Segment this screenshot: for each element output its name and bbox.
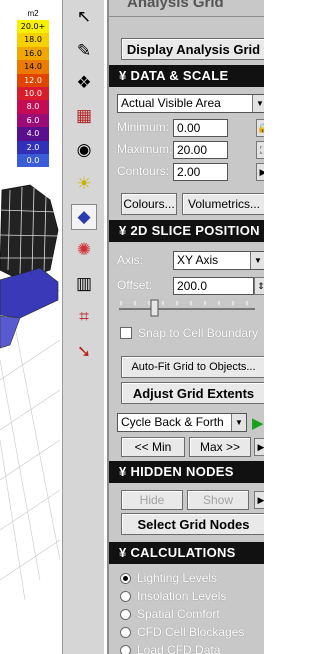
max-button[interactable]: Max >> bbox=[189, 437, 251, 457]
calculations-header[interactable]: ¥ CALCULATIONS bbox=[109, 542, 264, 564]
particles-icon[interactable]: ✺ bbox=[71, 237, 97, 263]
maximum-input[interactable]: 20.00 bbox=[173, 141, 228, 159]
more-arrow-icon[interactable]: ▶ bbox=[254, 491, 264, 509]
calc-option-spatial-comfort[interactable]: Spatial Comfort bbox=[120, 605, 220, 623]
offset-slider[interactable] bbox=[117, 297, 257, 319]
color-legend: m2 20.0+ 18.0 16.0 14.0 12.0 10.0 8.0 6.0 4.0 2.0… bbox=[17, 8, 49, 168]
radio[interactable] bbox=[120, 626, 131, 638]
blue-grid-icon[interactable]: ◆ bbox=[71, 204, 97, 230]
legend-row: 12.0 bbox=[17, 73, 49, 87]
snap-checkbox[interactable] bbox=[120, 327, 132, 339]
legend-row: 14.0 bbox=[17, 60, 49, 74]
mesh-icon[interactable]: ⌗ bbox=[71, 304, 97, 330]
volumetrics-button[interactable]: Volumetrics... bbox=[182, 193, 264, 215]
legend-row: 4.0 bbox=[17, 127, 49, 141]
chevron-down-icon: ▼ bbox=[231, 414, 246, 431]
hide-button[interactable]: Hide bbox=[121, 490, 183, 510]
eye-icon[interactable]: ◉ bbox=[71, 137, 97, 163]
calc-option-load-cfd[interactable]: Load CFD Data bbox=[120, 641, 220, 654]
contours-input[interactable]: 2.00 bbox=[173, 163, 228, 181]
radio[interactable] bbox=[120, 644, 131, 654]
chevron-down-icon: ▼ bbox=[252, 95, 264, 112]
select-grid-nodes-button[interactable]: Select Grid Nodes bbox=[121, 513, 264, 535]
data-scale-header[interactable]: ¥ DATA & SCALE bbox=[109, 65, 264, 87]
arrow-right-icon[interactable]: ▶ bbox=[256, 163, 264, 181]
legend-row: 6.0 bbox=[17, 113, 49, 128]
axis-label: Axis: bbox=[117, 253, 144, 267]
calc-option-lighting[interactable]: Lighting Levels bbox=[120, 569, 217, 587]
red-grid-icon[interactable]: ▦ bbox=[71, 103, 97, 129]
adjust-grid-extents-button[interactable]: Adjust Grid Extents bbox=[121, 382, 264, 404]
collapse-chevron-icon: ¥ bbox=[119, 545, 127, 560]
calc-option-insolation[interactable]: Insolation Levels bbox=[120, 587, 226, 605]
maximum-label: Maximum: bbox=[117, 142, 173, 156]
nodes-diamond-icon[interactable]: ❖ bbox=[71, 70, 97, 96]
auto-fit-button[interactable]: Auto-Fit Grid to Objects... bbox=[121, 356, 264, 378]
legend-row: 16.0 bbox=[17, 46, 49, 61]
calc-option-cfd-blockages[interactable]: CFD Cell Blockages bbox=[120, 623, 244, 641]
legend-unit: m2 bbox=[27, 9, 39, 18]
colours-button[interactable]: Colours... bbox=[121, 193, 177, 215]
data-mode-select[interactable]: Actual Visible Area ▼ bbox=[117, 94, 264, 113]
legend-row: 20.0+ bbox=[17, 20, 49, 34]
collapse-chevron-icon: ¥ bbox=[119, 223, 127, 238]
spin-arrows-icon[interactable]: ⇕ bbox=[254, 277, 264, 295]
legend-row: 10.0 bbox=[17, 86, 49, 101]
slice-position-header[interactable]: ¥ 2D SLICE POSITION bbox=[109, 220, 264, 242]
edit-pencil-icon[interactable]: ✎ bbox=[71, 38, 97, 64]
bin-icon[interactable]: ▥ bbox=[71, 271, 97, 297]
minimum-label: Minimum: bbox=[117, 120, 170, 134]
select-arrow-icon[interactable]: ↖ bbox=[71, 4, 97, 30]
legend-row: 8.0 bbox=[17, 100, 49, 114]
sun-icon[interactable]: ☀ bbox=[71, 171, 97, 197]
collapse-chevron-icon: ¥ bbox=[119, 68, 127, 83]
3d-viewport[interactable]: m2 20.0+ 18.0 16.0 14.0 12.0 10.0 8.0 6.0 4.0 2.0… bbox=[0, 0, 60, 654]
play-icon[interactable]: ▶ bbox=[252, 414, 264, 432]
legend-row: 0.0 bbox=[17, 153, 49, 168]
axis-select[interactable]: XY Axis ▼ bbox=[173, 251, 264, 270]
radio-selected[interactable] bbox=[120, 572, 131, 584]
show-button[interactable]: Show bbox=[187, 490, 249, 510]
analysis-grid-panel: Analysis Grid Display Analysis Grid ¥ DA… bbox=[107, 0, 264, 654]
tool-strip: ↖ ✎ ❖ ▦ ◉ ☀ ◆ ✺ ▥ ⌗ ➘ bbox=[62, 0, 104, 654]
cycle-mode-select[interactable]: Cycle Back & Forth ▼ bbox=[117, 413, 247, 432]
display-analysis-grid-button[interactable]: Display Analysis Grid bbox=[121, 38, 264, 60]
expand-icon[interactable]: ⛶ bbox=[256, 141, 264, 159]
chevron-down-icon: ▼ bbox=[250, 252, 264, 269]
panel-title: Analysis Grid bbox=[127, 0, 224, 11]
min-button[interactable]: << Min bbox=[121, 437, 185, 457]
snap-label: Snap to Cell Boundary bbox=[138, 326, 259, 340]
hidden-nodes-header[interactable]: ¥ HIDDEN NODES bbox=[109, 461, 264, 483]
step-arrow-icon[interactable]: ▶ bbox=[254, 438, 264, 456]
legend-row: 18.0 bbox=[17, 33, 49, 47]
offset-input[interactable]: 200.0 bbox=[173, 277, 254, 295]
lock-icon[interactable]: 🔒 bbox=[256, 119, 264, 137]
radio[interactable] bbox=[120, 590, 131, 602]
minimum-input[interactable]: 0.00 bbox=[173, 119, 228, 137]
offset-label: Offset: bbox=[117, 278, 153, 292]
radio[interactable] bbox=[120, 608, 131, 620]
legend-row: 2.0 bbox=[17, 140, 49, 154]
collapse-chevron-icon: ¥ bbox=[119, 464, 127, 479]
snap-checkbox-row[interactable]: Snap to Cell Boundary bbox=[120, 324, 258, 342]
export-icon[interactable]: ➘ bbox=[71, 339, 97, 365]
contours-label: Contours: bbox=[117, 164, 170, 178]
